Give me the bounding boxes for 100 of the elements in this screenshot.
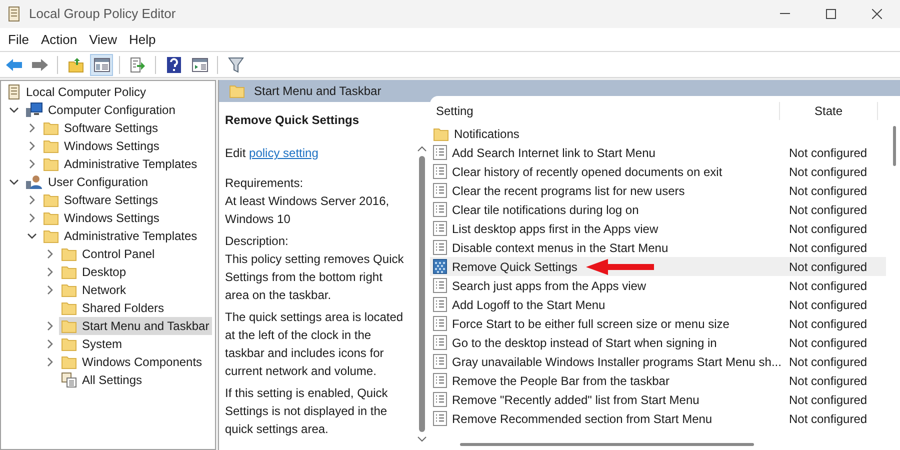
setting-name: Notifications: [454, 126, 520, 142]
state-cell-text: Not configured: [788, 372, 868, 390]
vertical-scrollbar[interactable]: [893, 126, 896, 166]
description-paragraph: This policy setting removes Quick Settings from the bottom right area on the taskbar.: [225, 251, 405, 304]
setting-icon: [433, 221, 447, 236]
folder-icon: [43, 193, 59, 207]
folder-up-icon: [68, 56, 84, 72]
setting-name: Disable context menus in the Start Menu: [452, 240, 668, 256]
table-row[interactable]: List desktop apps first in the Apps view Not configured: [430, 219, 886, 238]
setting-name: Gray unavailable Windows Installer programs Start Menu sh...: [452, 354, 782, 370]
state-cell-text: Not configured: [788, 354, 868, 370]
folder-icon: [433, 126, 449, 140]
table-row[interactable]: Add Logoff to the Start Menu Not configured: [430, 295, 886, 314]
state-cell-text: Not configured: [788, 164, 868, 180]
state-cell-text: Not configured: [788, 334, 868, 352]
state-cell-text: Not configured: [788, 296, 868, 314]
tree-item[interactable]: Start Menu and Taskbar: [59, 317, 212, 335]
policy-setting-link[interactable]: policy setting: [249, 146, 318, 160]
back-arrow-icon: [4, 58, 22, 72]
setting-icon: [433, 392, 447, 407]
setting-icon: [433, 373, 447, 388]
table-row[interactable]: Clear the recent programs list for new users Not configured: [430, 181, 886, 200]
setting-icon: [433, 145, 447, 160]
tree-item[interactable]: Software Settings: [41, 191, 162, 209]
menu-item[interactable]: Help: [123, 30, 162, 50]
scroll-up-icon[interactable]: [417, 146, 427, 152]
menu-item[interactable]: File: [2, 30, 35, 50]
setting-icon: [433, 297, 447, 312]
window-title: Local Group Policy Editor: [29, 5, 176, 24]
table-row[interactable]: Force Start to be either full screen size or menu size Not configured: [430, 314, 886, 333]
folder-icon: [61, 319, 77, 333]
state-cell-text: Not configured: [788, 410, 868, 428]
table-row[interactable]: Clear history of recently opened documents on exit Not configured: [430, 162, 886, 181]
folder-icon: [43, 229, 59, 243]
user-icon: [25, 174, 43, 190]
header-title: Start Menu and Taskbar: [254, 83, 382, 100]
table-row[interactable]: Add Search Internet link to Start Menu Not configured: [430, 143, 886, 162]
toolbar-button[interactable]: [90, 54, 113, 76]
table-row[interactable]: Notifications: [430, 124, 886, 143]
state-cell-text: Not configured: [788, 182, 868, 200]
folder-icon: [61, 301, 77, 315]
setting-name: List desktop apps first in the Apps view: [452, 220, 658, 238]
setting-name: Remove the People Bar from the taskbar: [452, 372, 670, 390]
setting-icon: [433, 259, 447, 274]
setting-name: Remove Quick Settings: [452, 258, 578, 276]
table-row[interactable]: Search just apps from the Apps view Not configured: [430, 276, 886, 295]
tree-item[interactable]: All Settings: [59, 371, 146, 389]
folder-icon: [61, 283, 77, 297]
table-row[interactable]: Remove the People Bar from the taskbar Not configured: [430, 371, 886, 390]
tree-item[interactable]: Control Panel: [59, 245, 158, 263]
tree-item[interactable]: Shared Folders: [59, 299, 168, 317]
state-cell-text: Not configured: [788, 144, 868, 162]
setting-name: Clear tile notifications during log on: [452, 202, 639, 218]
setting-name: Clear history of recently opened documents on exit: [452, 164, 722, 180]
state-cell-text: Not configured: [788, 278, 868, 294]
maximize-icon: [826, 9, 836, 19]
setting-icon: [433, 278, 447, 293]
state-cell-text: Not configured: [788, 316, 868, 332]
menu-item[interactable]: Action: [34, 30, 84, 50]
folder-icon: [61, 337, 77, 351]
settings-list-icon: [61, 372, 77, 388]
column-header[interactable]: Setting: [430, 102, 780, 120]
menu-item[interactable]: View: [83, 30, 124, 50]
help-icon: [166, 56, 180, 72]
setting-name: Add Logoff to the Start Menu: [452, 296, 606, 314]
table-row[interactable]: Gray unavailable Windows Installer programs Start Menu sh... Not configured: [430, 352, 886, 371]
tree-item[interactable]: Windows Settings: [41, 209, 162, 227]
tree-item[interactable]: Administrative Templates: [41, 155, 200, 173]
tree-item[interactable]: Computer Configuration: [23, 101, 178, 119]
table-row[interactable]: Go to the desktop instead of Start when signing in Not configured: [430, 333, 886, 352]
requirements-label: Requirements:: [225, 175, 304, 192]
tree-item[interactable]: Windows Settings: [41, 137, 162, 155]
tree-item[interactable]: User Configuration: [23, 173, 152, 191]
tree-item[interactable]: System: [59, 335, 126, 353]
tree-item[interactable]: Network: [59, 281, 130, 299]
table-row[interactable]: Remove "Recently added" list from Start Menu Not configured: [430, 390, 886, 409]
folder-icon: [61, 265, 77, 279]
scroll-down-icon[interactable]: [417, 436, 427, 442]
table-row[interactable]: Disable context menus in the Start Menu Not configured: [430, 238, 886, 257]
requirements-text: At least Windows Server 2016, Windows 10: [225, 193, 390, 228]
export-list-icon: [130, 56, 146, 72]
folder-icon: [229, 84, 245, 98]
forward-arrow-icon: [30, 58, 48, 72]
tree-item[interactable]: Administrative Templates: [41, 227, 200, 245]
table-row[interactable]: Remove Recommended section from Start Menu Not configured: [430, 409, 886, 428]
state-cell-text: Not configured: [788, 220, 868, 238]
tree-item[interactable]: Desktop: [59, 263, 130, 281]
horizontal-scrollbar[interactable]: [460, 443, 754, 446]
tree-item[interactable]: Local Computer Policy: [5, 83, 150, 101]
tree-item[interactable]: Software Settings: [41, 119, 162, 137]
tree-item[interactable]: Windows Components: [59, 353, 206, 371]
setting-icon: [433, 202, 447, 217]
table-row[interactable]: Clear tile notifications during log on Not configured: [430, 200, 886, 219]
scroll-icon: [7, 6, 21, 22]
description-paragraph: If this setting is enabled, Quick Settings is not displayed in the quick settings area.: [225, 385, 389, 438]
folder-icon: [61, 355, 77, 369]
minimize-icon: [780, 13, 790, 15]
table-row[interactable]: Remove Quick Settings Not configured: [430, 257, 886, 276]
column-header[interactable]: State: [780, 102, 878, 120]
setting-name: Search just apps from the Apps view: [452, 278, 646, 294]
